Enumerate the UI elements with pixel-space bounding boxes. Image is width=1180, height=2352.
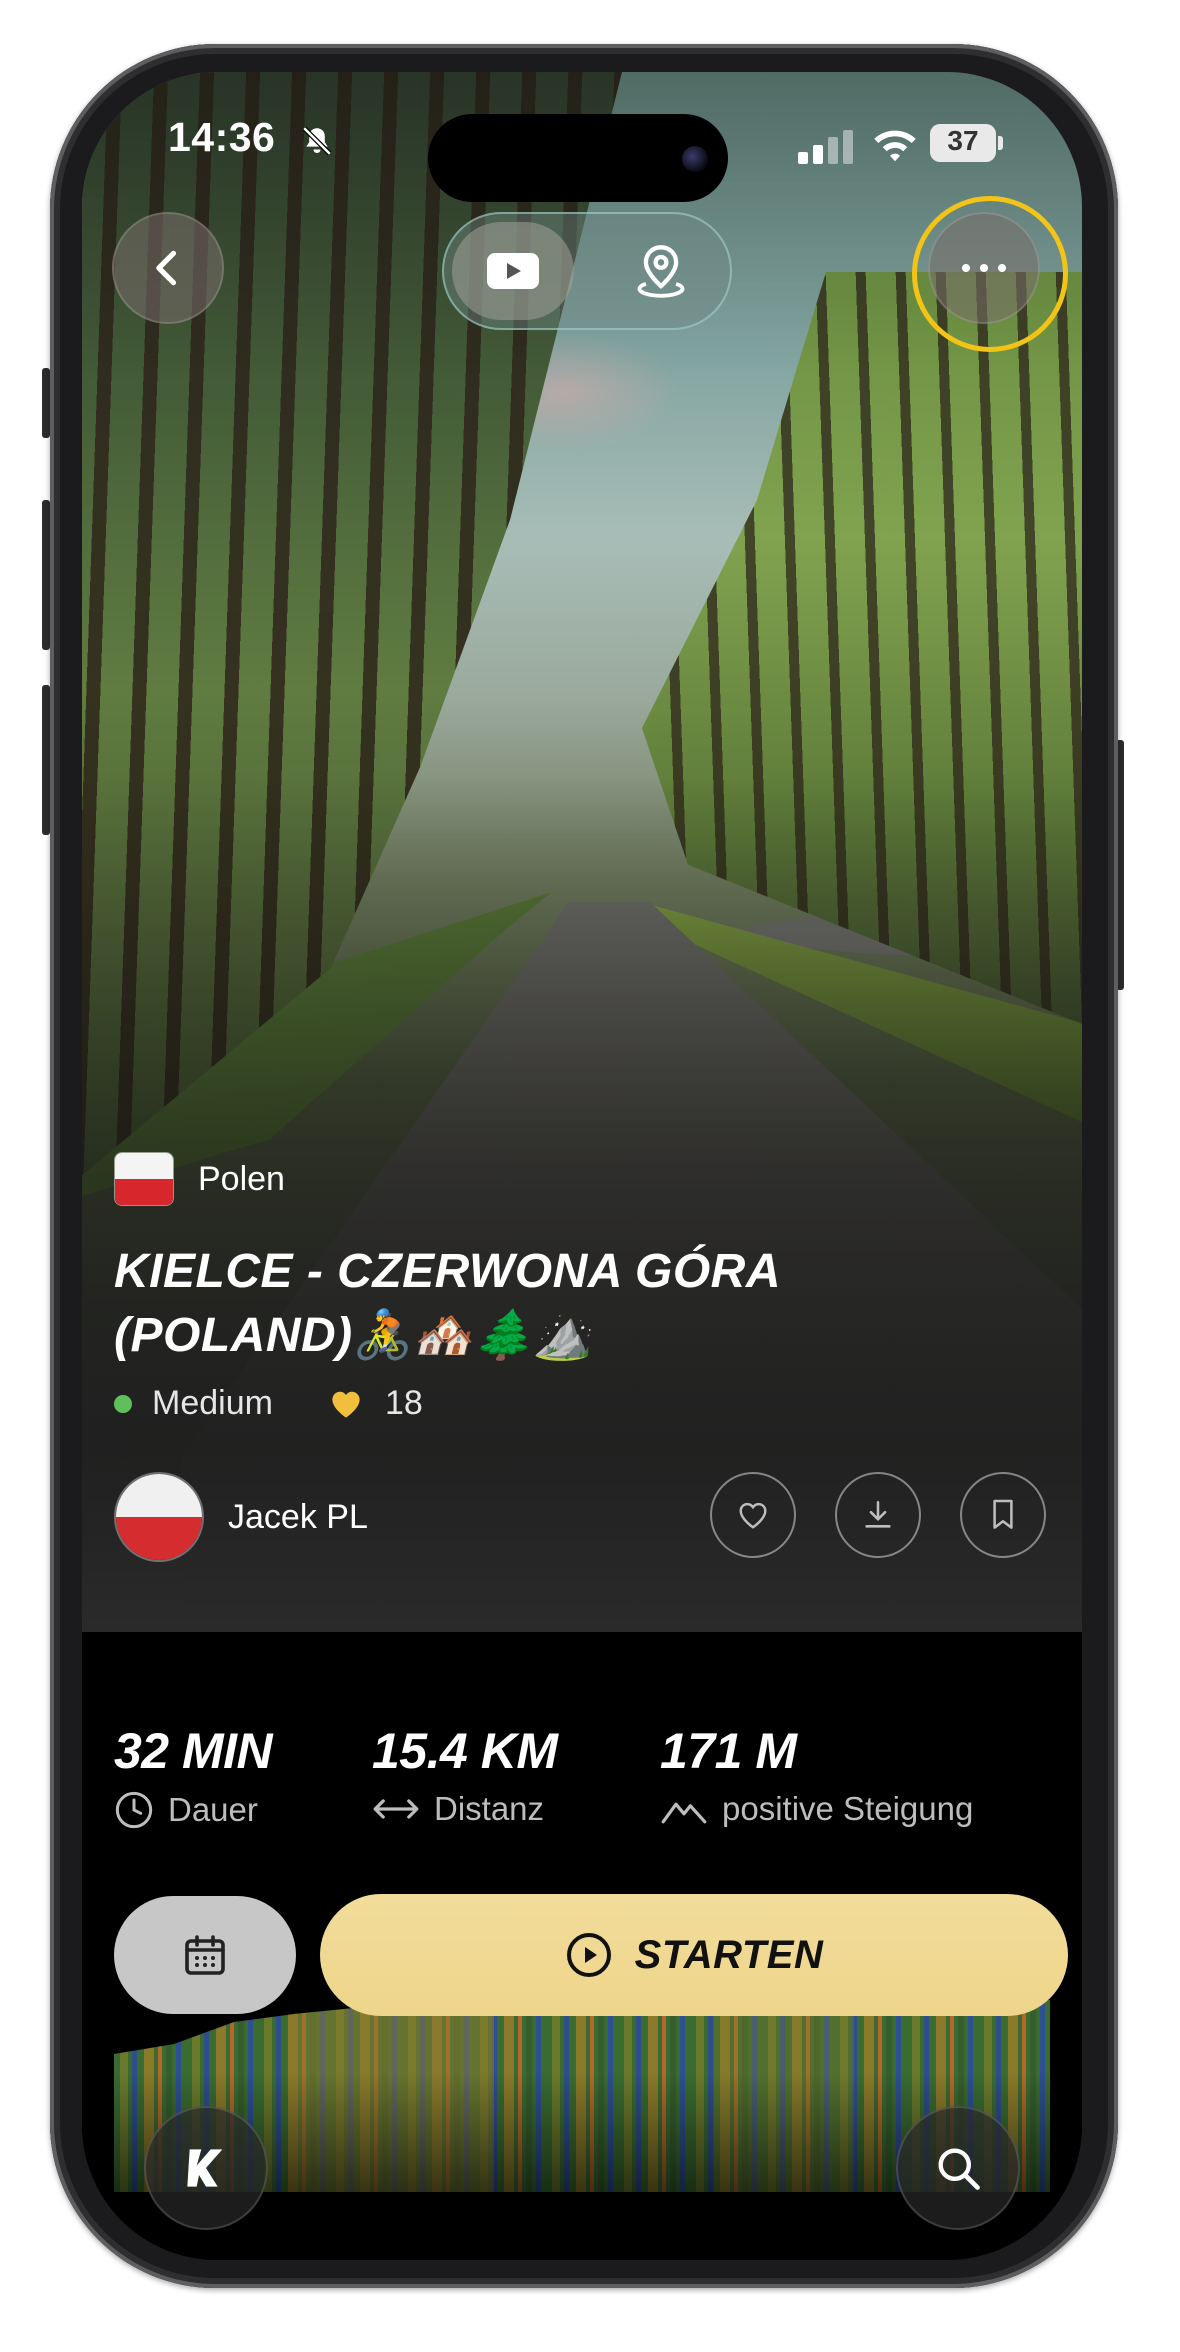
download-icon bbox=[865, 1500, 891, 1528]
play-circle-icon bbox=[566, 1933, 611, 1977]
camera-dot bbox=[682, 146, 708, 172]
bookmark-button[interactable] bbox=[960, 1472, 1046, 1558]
route-title: KIELCE - CZERWONA GÓRA (POLAND)🚴🏘️🌲⛰️ bbox=[114, 1245, 780, 1362]
action-button-hw bbox=[42, 368, 50, 438]
home-logo-button[interactable] bbox=[144, 2106, 268, 2230]
search-button[interactable] bbox=[896, 2106, 1020, 2230]
chevron-left-icon bbox=[156, 250, 177, 286]
tap-highlight-ring bbox=[912, 196, 1068, 352]
view-toggle bbox=[442, 212, 732, 330]
stat-duration-value: 32 MIN bbox=[114, 1723, 273, 1779]
cellular-signal-icon bbox=[798, 130, 854, 164]
route-meta: Medium 18 bbox=[114, 1384, 423, 1423]
clock-icon bbox=[115, 1791, 153, 1829]
stat-elevation-value: 171 M bbox=[660, 1723, 797, 1779]
start-button-label: STARTEN bbox=[634, 1932, 824, 1977]
like-button[interactable] bbox=[710, 1472, 796, 1558]
author-name: Jacek PL bbox=[228, 1497, 368, 1536]
mountain-icon bbox=[661, 1802, 707, 1824]
status-time: 14:36 bbox=[168, 114, 276, 160]
start-button[interactable]: STARTEN bbox=[320, 1894, 1068, 2016]
map-pin-icon bbox=[637, 245, 685, 298]
heart-icon bbox=[739, 1502, 767, 1529]
author-avatar bbox=[114, 1472, 204, 1562]
difficulty-dot-icon bbox=[114, 1394, 132, 1413]
wifi-icon bbox=[874, 130, 916, 162]
country-row: Polen bbox=[114, 1152, 285, 1206]
stat-elevation-label: positive Steigung bbox=[722, 1790, 974, 1827]
battery-icon: 37 bbox=[930, 124, 1004, 162]
stat-elevation: positive Steigung bbox=[660, 1790, 973, 1828]
stat-duration: Dauer bbox=[114, 1790, 258, 1830]
battery-level: 37 bbox=[947, 125, 979, 156]
heart-filled-icon bbox=[332, 1391, 360, 1418]
calendar-icon bbox=[185, 1935, 225, 1975]
video-play-icon bbox=[487, 253, 539, 289]
stat-distance: Distanz bbox=[372, 1790, 544, 1828]
bookmark-icon bbox=[993, 1499, 1013, 1529]
bell-slash-icon bbox=[302, 126, 332, 156]
difficulty-label: Medium bbox=[152, 1384, 273, 1422]
volume-down-hw bbox=[42, 685, 50, 835]
poland-flag-icon bbox=[114, 1152, 174, 1206]
arrows-horizontal-icon bbox=[373, 1799, 419, 1819]
country-label: Polen bbox=[198, 1159, 285, 1198]
stat-distance-value: 15.4 KM bbox=[372, 1723, 558, 1779]
download-button[interactable] bbox=[835, 1472, 921, 1558]
back-button[interactable] bbox=[112, 212, 224, 324]
stat-distance-label: Distanz bbox=[434, 1790, 545, 1827]
app-logo-icon bbox=[187, 2149, 223, 2187]
volume-up-hw bbox=[42, 500, 50, 650]
map-view-tab[interactable] bbox=[600, 222, 722, 320]
schedule-button[interactable] bbox=[114, 1896, 296, 2014]
stat-duration-label: Dauer bbox=[168, 1791, 258, 1828]
author-row[interactable]: Jacek PL bbox=[114, 1472, 368, 1562]
video-view-tab[interactable] bbox=[452, 222, 574, 320]
likes-count: 18 bbox=[384, 1384, 423, 1422]
app-screen: 14:36 37 Polen KIELCE - CZERWONA GÓRA (P… bbox=[82, 72, 1082, 2260]
search-icon bbox=[938, 2148, 980, 2190]
